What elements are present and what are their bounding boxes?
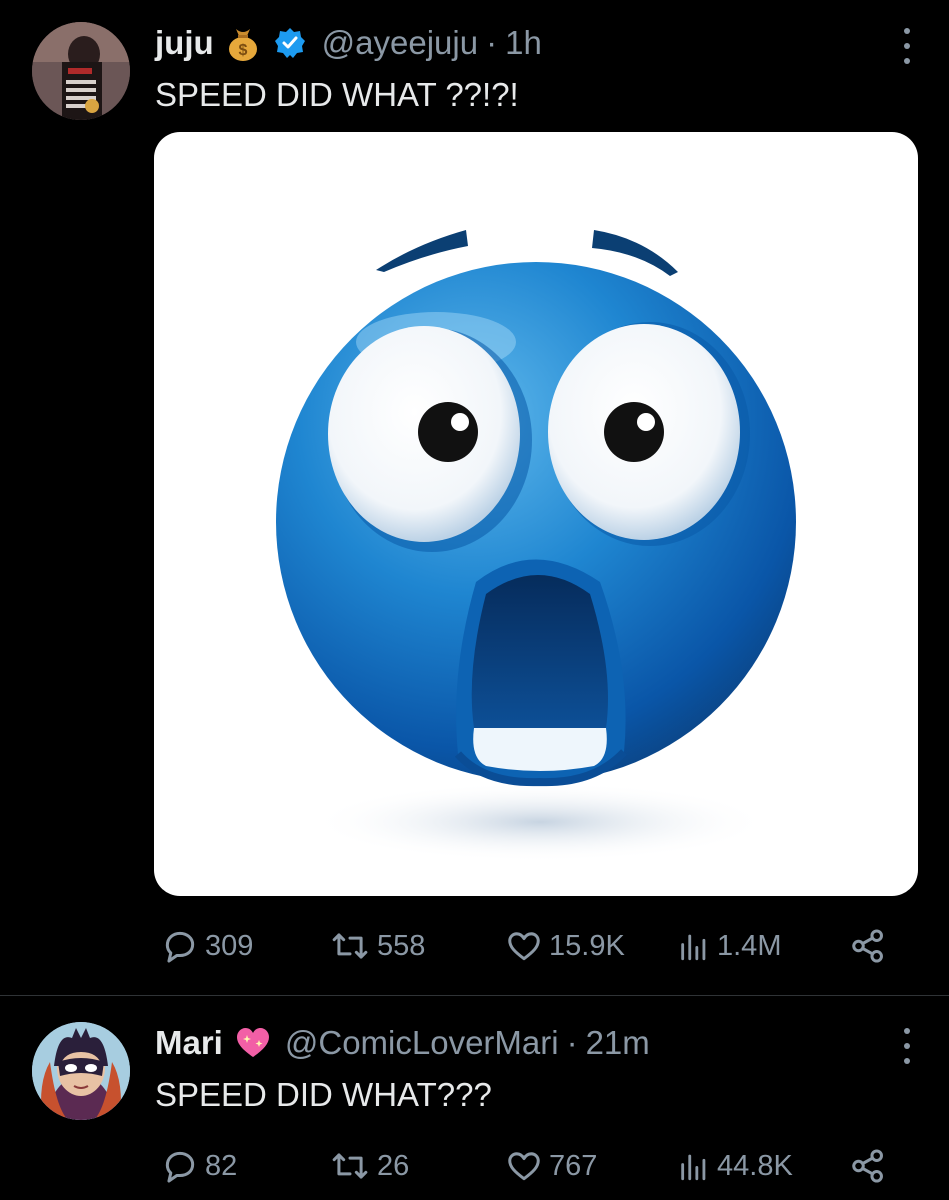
share-icon <box>852 1149 883 1183</box>
money-bag-icon: $ <box>226 25 260 61</box>
like-button[interactable]: 15.9K <box>505 922 625 970</box>
repost-icon <box>332 933 368 959</box>
reply-button[interactable]: 82 <box>161 1142 237 1190</box>
reply-count: 82 <box>205 1149 238 1182</box>
display-name[interactable]: Mari <box>155 1024 223 1062</box>
like-count: 15.9K <box>549 929 625 962</box>
tweet-actions: 82 26 767 44.8K <box>155 1142 895 1190</box>
tweet-actions: 309 558 15.9K 1.4M <box>155 922 895 970</box>
views-button[interactable]: 1.4M <box>677 922 781 970</box>
tweet-header: Mari @ComicLoverMari · 21m <box>155 1018 650 1068</box>
more-options-icon[interactable] <box>901 1028 913 1064</box>
views-count: 1.4M <box>717 929 782 962</box>
repost-count: 558 <box>377 929 426 962</box>
heart-icon <box>508 1152 540 1181</box>
reply-button[interactable]: 309 <box>161 922 253 970</box>
verified-badge-icon <box>274 27 306 59</box>
tweet-text: SPEED DID WHAT??? <box>155 1076 492 1113</box>
views-icon <box>681 1154 706 1181</box>
reply-icon <box>165 931 195 963</box>
sparkling-heart-icon <box>235 1026 271 1060</box>
display-name[interactable]: juju <box>155 24 214 62</box>
separator-dot: · <box>486 24 498 61</box>
tweet-header: juju $ @ayeejuju · 1h <box>155 18 542 68</box>
tweet[interactable]: juju $ @ayeejuju · 1h SPEED DID WHAT ??!… <box>0 0 949 996</box>
share-icon <box>852 929 883 963</box>
tweet[interactable]: Mari @ComicLoverMari · 21m SPEED DID WHA… <box>0 996 949 1200</box>
timestamp[interactable]: 1h <box>505 24 542 62</box>
timestamp[interactable]: 21m <box>586 1024 650 1062</box>
tweet-media-image[interactable] <box>154 132 918 896</box>
like-button[interactable]: 767 <box>505 1142 597 1190</box>
user-handle[interactable]: @ayeejuju <box>322 24 478 62</box>
reply-icon <box>165 1151 195 1183</box>
share-button[interactable] <box>849 922 887 970</box>
separator-dot: · <box>566 1024 578 1061</box>
user-handle[interactable]: @ComicLoverMari <box>285 1024 559 1062</box>
share-button[interactable] <box>849 1142 887 1190</box>
repost-count: 26 <box>377 1149 410 1182</box>
like-count: 767 <box>549 1149 598 1182</box>
reply-count: 309 <box>205 929 254 962</box>
avatar[interactable] <box>32 1022 130 1120</box>
views-icon <box>681 934 706 961</box>
repost-button[interactable]: 558 <box>329 922 425 970</box>
svg-text:$: $ <box>238 42 247 59</box>
repost-icon <box>332 1153 368 1179</box>
avatar[interactable] <box>32 22 130 120</box>
more-options-icon[interactable] <box>901 28 913 64</box>
views-count: 44.8K <box>717 1149 793 1182</box>
views-button[interactable]: 44.8K <box>677 1142 793 1190</box>
repost-button[interactable]: 26 <box>329 1142 409 1190</box>
heart-icon <box>508 932 540 961</box>
tweet-text: SPEED DID WHAT ??!?! <box>155 76 519 113</box>
